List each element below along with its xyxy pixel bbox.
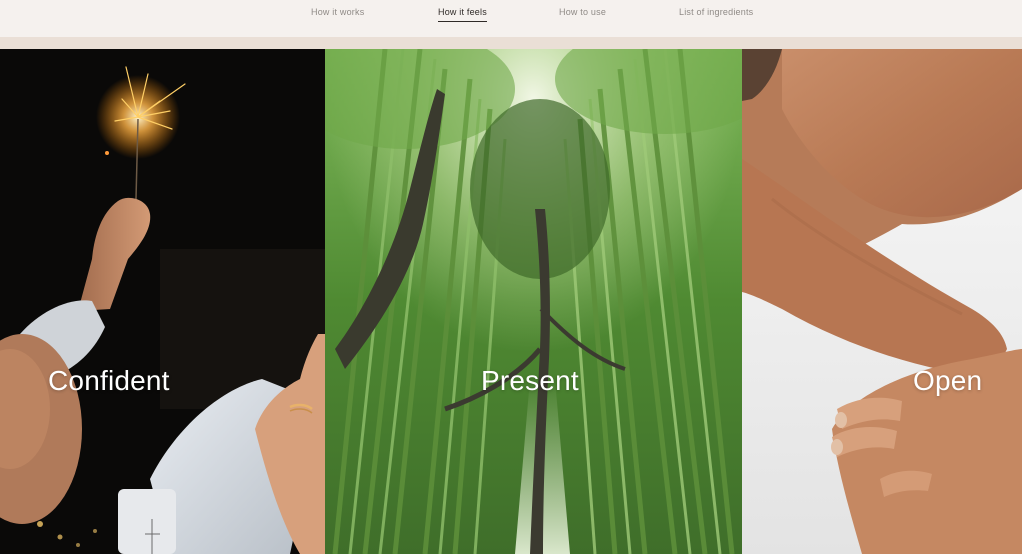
active-tab-underline [438, 21, 487, 22]
panel-label: Present [481, 365, 579, 396]
sparkler-celebration-photo [0, 49, 325, 554]
tab-list-of-ingredients[interactable]: List of ingredients [679, 7, 753, 17]
tab-how-it-feels[interactable]: How it feels [438, 7, 487, 22]
panel-open[interactable]: Open [742, 49, 1022, 554]
panel-label: Confident [48, 365, 170, 396]
panel-label: Open [913, 365, 983, 396]
bamboo-forest-photo [325, 49, 742, 554]
feelings-gallery: Confident Present Open [0, 49, 1022, 554]
tab-label: How it works [311, 7, 365, 17]
panel-confident[interactable]: Confident [0, 49, 325, 554]
tab-how-it-works[interactable]: How it works [311, 7, 364, 17]
tab-label: How it feels [438, 7, 487, 17]
section-divider [0, 37, 1022, 49]
section-tab-nav: How it works How it feels How to use Lis… [0, 0, 1022, 37]
tab-how-to-use[interactable]: How to use [559, 7, 606, 17]
arms-skin-closeup-photo [742, 49, 1022, 554]
tab-label: List of ingredients [679, 7, 754, 17]
tab-label: How to use [559, 7, 607, 17]
panel-present[interactable]: Present [325, 49, 742, 554]
